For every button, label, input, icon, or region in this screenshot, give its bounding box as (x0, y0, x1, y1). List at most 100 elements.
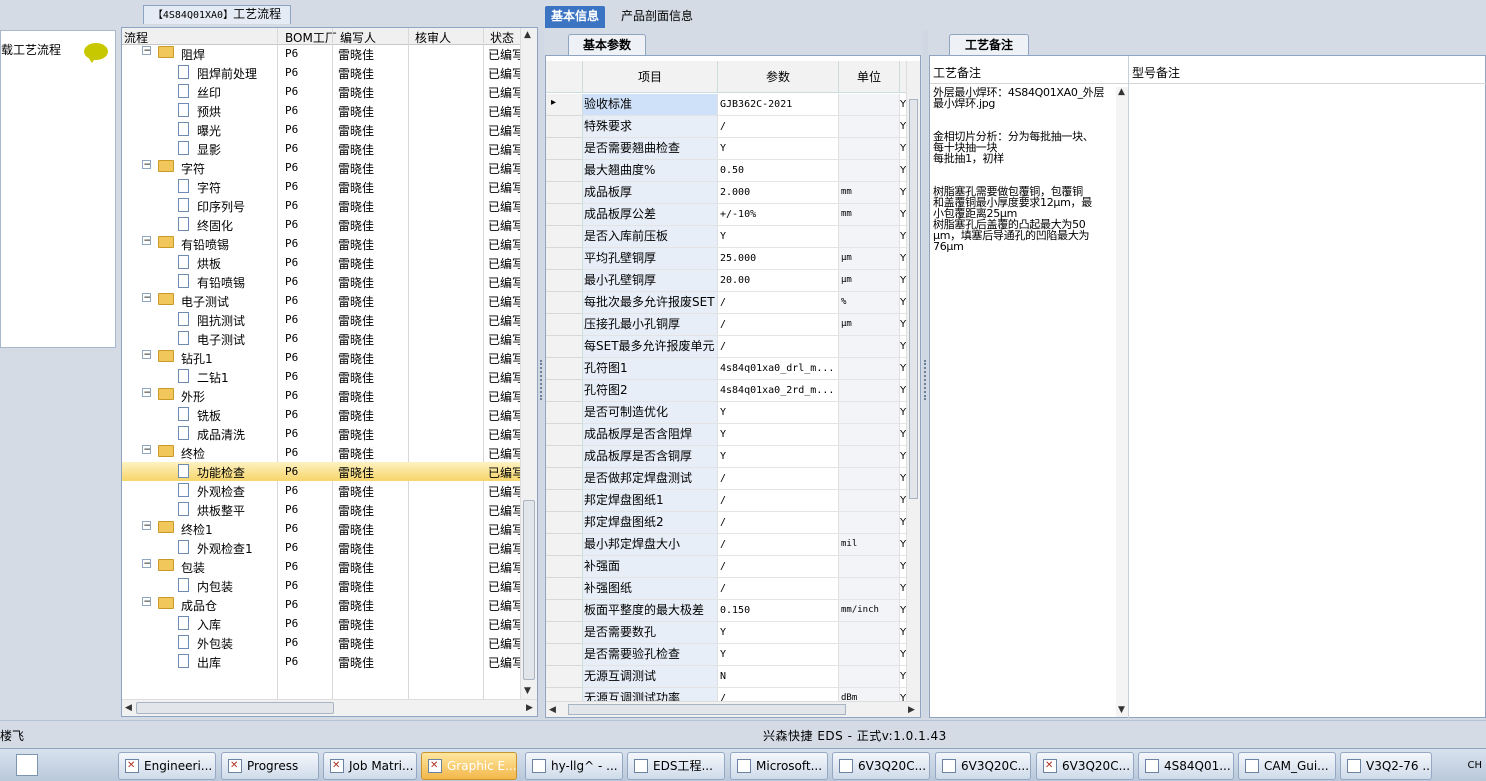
grid-row-header[interactable] (546, 160, 583, 182)
grid-row-header[interactable] (546, 622, 583, 644)
scroll-right-arrow-icon[interactable]: ▶ (526, 703, 533, 713)
grid-cell-value[interactable]: / (718, 116, 839, 138)
left-nav-item[interactable]: 载工艺流程 (1, 41, 61, 58)
taskbar-button[interactable]: Engineeri... (118, 752, 216, 780)
grid-row-header[interactable] (546, 578, 583, 600)
grid-horizontal-scrollbar[interactable]: ◀ ▶ (546, 701, 920, 717)
tree-group-row[interactable]: − 电子测试 P6 雷晓佳 已编写 (122, 291, 520, 310)
grid-cell-value[interactable]: Y (718, 226, 839, 248)
grid-cell-value[interactable]: / (718, 578, 839, 600)
grid-cell-value[interactable]: / (718, 292, 839, 314)
tree-group-row[interactable]: − 阻焊 P6 雷晓佳 已编写 (122, 44, 520, 63)
tree-row[interactable]: 阻抗测试 P6 雷晓佳 已编写 (122, 310, 520, 329)
taskbar-button[interactable]: EDS工程... (627, 752, 725, 780)
grid-row-header[interactable] (546, 402, 583, 424)
grid-row-header[interactable] (546, 248, 583, 270)
taskbar-button[interactable]: 4S84Q01... (1138, 752, 1234, 780)
scroll-left-arrow-icon[interactable]: ◀ (125, 703, 132, 713)
grid-row-header[interactable] (546, 314, 583, 336)
grid-row-header[interactable]: ▸ (546, 94, 583, 116)
tree-hscroll-thumb[interactable] (136, 702, 334, 714)
tree-row[interactable]: 铣板 P6 雷晓佳 已编写 (122, 405, 520, 424)
taskbar-button[interactable]: hy-llg^ - ... (525, 752, 623, 780)
grid-row-header[interactable] (546, 358, 583, 380)
grid-row-header[interactable] (546, 468, 583, 490)
tree-row[interactable]: 丝印 P6 雷晓佳 已编写 (122, 82, 520, 101)
taskbar-button[interactable]: 6V3Q20C... (832, 752, 930, 780)
collapse-toggle-icon[interactable]: − (142, 350, 151, 359)
grid-cell-value[interactable]: Y (718, 402, 839, 424)
tree-row[interactable]: 阻焊前处理 P6 雷晓佳 已编写 (122, 63, 520, 82)
tree-row[interactable]: 出库 P6 雷晓佳 已编写 (122, 652, 520, 671)
tree-group-row[interactable]: − 有铅喷锡 P6 雷晓佳 已编写 (122, 234, 520, 253)
grid-row-header[interactable] (546, 336, 583, 358)
scroll-left-arrow-icon[interactable]: ◀ (549, 705, 556, 715)
grid-header-unit[interactable]: 单位 (839, 61, 900, 93)
scroll-up-arrow-icon[interactable]: ▲ (1118, 87, 1125, 97)
grid-row-header[interactable] (546, 512, 583, 534)
grid-row-header[interactable] (546, 292, 583, 314)
scroll-down-arrow-icon[interactable]: ▼ (1118, 705, 1125, 715)
grid-vertical-scrollbar[interactable] (906, 61, 920, 701)
tree-row[interactable]: 电子测试 P6 雷晓佳 已编写 (122, 329, 520, 348)
tab-product-profile[interactable]: 产品剖面信息 (615, 6, 699, 28)
tree-vertical-scrollbar[interactable]: ▲ ▼ (520, 28, 537, 700)
tree-row[interactable]: 有铅喷锡 P6 雷晓佳 已编写 (122, 272, 520, 291)
grid-cell-value[interactable]: 25.000 (718, 248, 839, 270)
grid-cell-value[interactable]: N (718, 666, 839, 688)
tree-row[interactable]: 外观检查 P6 雷晓佳 已编写 (122, 481, 520, 500)
tree-row[interactable]: 二钻1 P6 雷晓佳 已编写 (122, 367, 520, 386)
taskbar-button[interactable]: V3Q2-76 ... (1340, 752, 1432, 780)
grid-cell-value[interactable]: Y (718, 446, 839, 468)
grid-header-value[interactable]: 参数 (718, 61, 839, 93)
grid-row-header[interactable] (546, 446, 583, 468)
grid-cell-value[interactable]: GJB362C-2021 (718, 94, 839, 116)
grid-cell-value[interactable]: 4s84q01xa0_2rd_m... (718, 380, 839, 402)
tab-process-notes[interactable]: 工艺备注 (949, 34, 1029, 56)
tree-row[interactable]: 印序列号 P6 雷晓佳 已编写 (122, 196, 520, 215)
grid-row-header[interactable] (546, 490, 583, 512)
tree-group-row[interactable]: − 终检 P6 雷晓佳 已编写 (122, 443, 520, 462)
taskbar-button[interactable]: 6V3Q20C... (935, 752, 1031, 780)
grid-cell-value[interactable]: 20.00 (718, 270, 839, 292)
grid-hscroll-thumb[interactable] (568, 704, 846, 715)
grid-cell-value[interactable]: / (718, 490, 839, 512)
grid-cell-value[interactable]: / (718, 512, 839, 534)
grid-row-header[interactable] (546, 600, 583, 622)
splitter-left[interactable] (538, 30, 544, 718)
grid-cell-value[interactable]: Y (718, 138, 839, 160)
tree-row[interactable]: 内包装 P6 雷晓佳 已编写 (122, 576, 520, 595)
grid-row-header[interactable] (546, 182, 583, 204)
grid-cell-value[interactable]: Y (718, 622, 839, 644)
tree-group-row[interactable]: − 成品仓 P6 雷晓佳 已编写 (122, 595, 520, 614)
grid-row-header[interactable] (546, 666, 583, 688)
tree-row[interactable]: 功能检查 P6 雷晓佳 已编写 (122, 462, 520, 481)
grid-cell-value[interactable]: 0.150 (718, 600, 839, 622)
taskbar-button[interactable]: 6V3Q20C... (1036, 752, 1134, 780)
scroll-down-arrow-icon[interactable]: ▼ (524, 686, 531, 696)
tree-row[interactable]: 烘板 P6 雷晓佳 已编写 (122, 253, 520, 272)
grid-header-item[interactable]: 项目 (583, 61, 718, 93)
collapse-toggle-icon[interactable]: − (142, 559, 151, 568)
tree-group-row[interactable]: − 外形 P6 雷晓佳 已编写 (122, 386, 520, 405)
grid-row-header[interactable] (546, 424, 583, 446)
grid-row-header[interactable] (546, 534, 583, 556)
tree-row[interactable]: 显影 P6 雷晓佳 已编写 (122, 139, 520, 158)
collapse-toggle-icon[interactable]: − (142, 46, 151, 55)
grid-row-header[interactable] (546, 644, 583, 666)
process-notes-text[interactable]: 外层最小焊环：4S84Q01XA0_外层 最小焊环.jpg 金相切片分析：分为每批抽… (933, 87, 1118, 252)
tray-language[interactable]: CH (1444, 749, 1486, 781)
collapse-toggle-icon[interactable]: − (142, 388, 151, 397)
grid-row-header[interactable] (546, 116, 583, 138)
scroll-up-arrow-icon[interactable]: ▲ (524, 30, 531, 40)
taskbar-button[interactable]: Microsoft... (730, 752, 828, 780)
tree-group-row[interactable]: − 字符 P6 雷晓佳 已编写 (122, 158, 520, 177)
grid-cell-value[interactable]: 4s84q01xa0_drl_m... (718, 358, 839, 380)
grid-row-header[interactable] (546, 380, 583, 402)
grid-row-header[interactable] (546, 138, 583, 160)
grid-cell-value[interactable]: 0.50 (718, 160, 839, 182)
chat-bubble-icon[interactable] (84, 43, 108, 63)
grid-row-header[interactable] (546, 270, 583, 292)
grid-cell-value[interactable]: +/-10% (718, 204, 839, 226)
tree-horizontal-scrollbar[interactable]: ◀ ▶ (122, 699, 537, 716)
